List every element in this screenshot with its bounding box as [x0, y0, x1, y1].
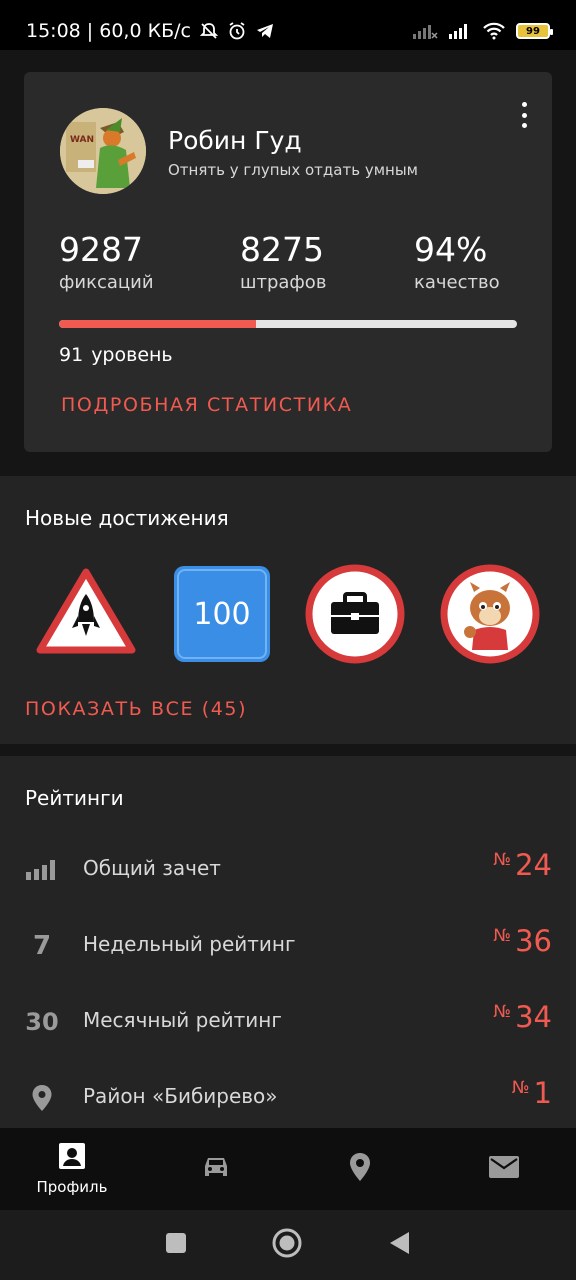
mail-icon: [488, 1155, 520, 1183]
status-time-speed: 15:08 | 60,0 КБ/с: [26, 20, 191, 42]
back-icon[interactable]: [387, 1230, 411, 1260]
rating-row-district[interactable]: Район «Бибирево» № 1: [0, 1068, 576, 1128]
show-all-achievements-link[interactable]: ПОКАЗАТЬ ВСЕ (45): [25, 698, 247, 720]
stat-value: 94%: [414, 230, 488, 269]
recents-icon[interactable]: [165, 1232, 187, 1258]
stat-quality: 94% качество: [414, 230, 500, 293]
stat-fines: 8275 штрафов: [240, 230, 326, 293]
bottom-nav: Профиль: [0, 1128, 576, 1210]
profile-card: WAN Робин Гуд Отнять у глупых отдать умн…: [24, 72, 552, 452]
rating-number: 36: [515, 924, 552, 958]
stat-label: качество: [414, 272, 500, 293]
badge-100-text: 100: [193, 596, 251, 632]
svg-text:WAN: WAN: [70, 135, 94, 145]
alarm-icon: [227, 21, 247, 41]
stat-label: фиксаций: [59, 272, 154, 293]
nav-profile-label: Профиль: [36, 1178, 108, 1196]
rating-label: Общий зачет: [83, 856, 221, 880]
rating-value: № 34: [493, 1000, 552, 1034]
location-pin-icon: [24, 1068, 60, 1128]
stat-label: штрафов: [240, 272, 327, 293]
telegram-icon: [255, 21, 275, 41]
user-name: Робин Гуд: [168, 126, 302, 155]
wifi-icon: [482, 22, 506, 40]
map-pin-icon: [348, 1152, 372, 1186]
number-sign: №: [493, 850, 512, 870]
rating-value: № 1: [512, 1076, 552, 1110]
ratings-title: Рейтинги: [25, 786, 124, 810]
level-number: 91: [59, 344, 84, 366]
stat-fixations: 9287 фиксаций: [59, 230, 154, 293]
detailed-stats-link[interactable]: ПОДРОБНАЯ СТАТИСТИКА: [61, 394, 352, 416]
seven-icon: 7: [32, 931, 52, 961]
user-motto: Отнять у глупых отдать умным: [168, 161, 418, 179]
signal-icon: [412, 22, 438, 40]
bell-off-icon: [199, 21, 219, 41]
rating-row-monthly[interactable]: 30 Месячный рейтинг № 34: [0, 992, 576, 1052]
battery-icon: 99: [516, 23, 553, 39]
number-sign: №: [511, 1078, 530, 1098]
rating-label: Район «Бибирево»: [83, 1084, 278, 1108]
home-icon[interactable]: [271, 1227, 303, 1263]
more-options-icon[interactable]: [516, 102, 532, 128]
level-text: 91 уровень: [59, 344, 181, 366]
signal-icon: [448, 22, 472, 40]
avatar[interactable]: WAN: [60, 108, 146, 194]
rating-value: № 36: [493, 924, 552, 958]
signal-bars-icon: [24, 840, 60, 900]
rating-row-weekly[interactable]: 7 Недельный рейтинг № 36: [0, 916, 576, 976]
nav-profile[interactable]: Профиль: [0, 1128, 144, 1210]
rating-label: Месячный рейтинг: [83, 1008, 282, 1032]
achievements-section: Новые достижения 100 ПОКАЗАТЬ ВСЕ (45): [0, 476, 576, 744]
rating-number: 1: [533, 1076, 552, 1110]
rating-number: 24: [515, 848, 552, 882]
rating-label: Недельный рейтинг: [83, 932, 296, 956]
ratings-section: Рейтинги Общий зачет № 24 7 Недельный рей…: [0, 756, 576, 1128]
level-progress-fill: [59, 320, 256, 328]
rating-number: 34: [515, 1000, 552, 1034]
number-sign: №: [493, 926, 512, 946]
rating-value: № 24: [493, 848, 552, 882]
achievements-title: Новые достижения: [25, 506, 229, 530]
system-nav-bar: [0, 1210, 576, 1280]
number-sign: №: [493, 1002, 512, 1022]
chipmunk-badge[interactable]: [440, 564, 540, 664]
car-icon: [201, 1154, 231, 1184]
rocket-warning-badge[interactable]: [36, 564, 136, 664]
nav-car[interactable]: [144, 1128, 288, 1210]
nav-map[interactable]: [288, 1128, 432, 1210]
nav-messages[interactable]: [432, 1128, 576, 1210]
rating-row-overall[interactable]: Общий зачет № 24: [0, 840, 576, 900]
battery-level: 99: [526, 25, 540, 37]
hundred-badge[interactable]: 100: [172, 564, 272, 664]
briefcase-sign-badge[interactable]: [305, 564, 405, 664]
profile-icon: [58, 1142, 86, 1174]
level-progress-bar: [59, 320, 517, 328]
stat-value: 9287: [59, 230, 143, 269]
profile-section: WAN Робин Гуд Отнять у глупых отдать умн…: [0, 50, 576, 474]
thirty-icon: 30: [25, 1008, 59, 1036]
level-label: уровень: [91, 344, 173, 366]
stat-value: 8275: [240, 230, 324, 269]
